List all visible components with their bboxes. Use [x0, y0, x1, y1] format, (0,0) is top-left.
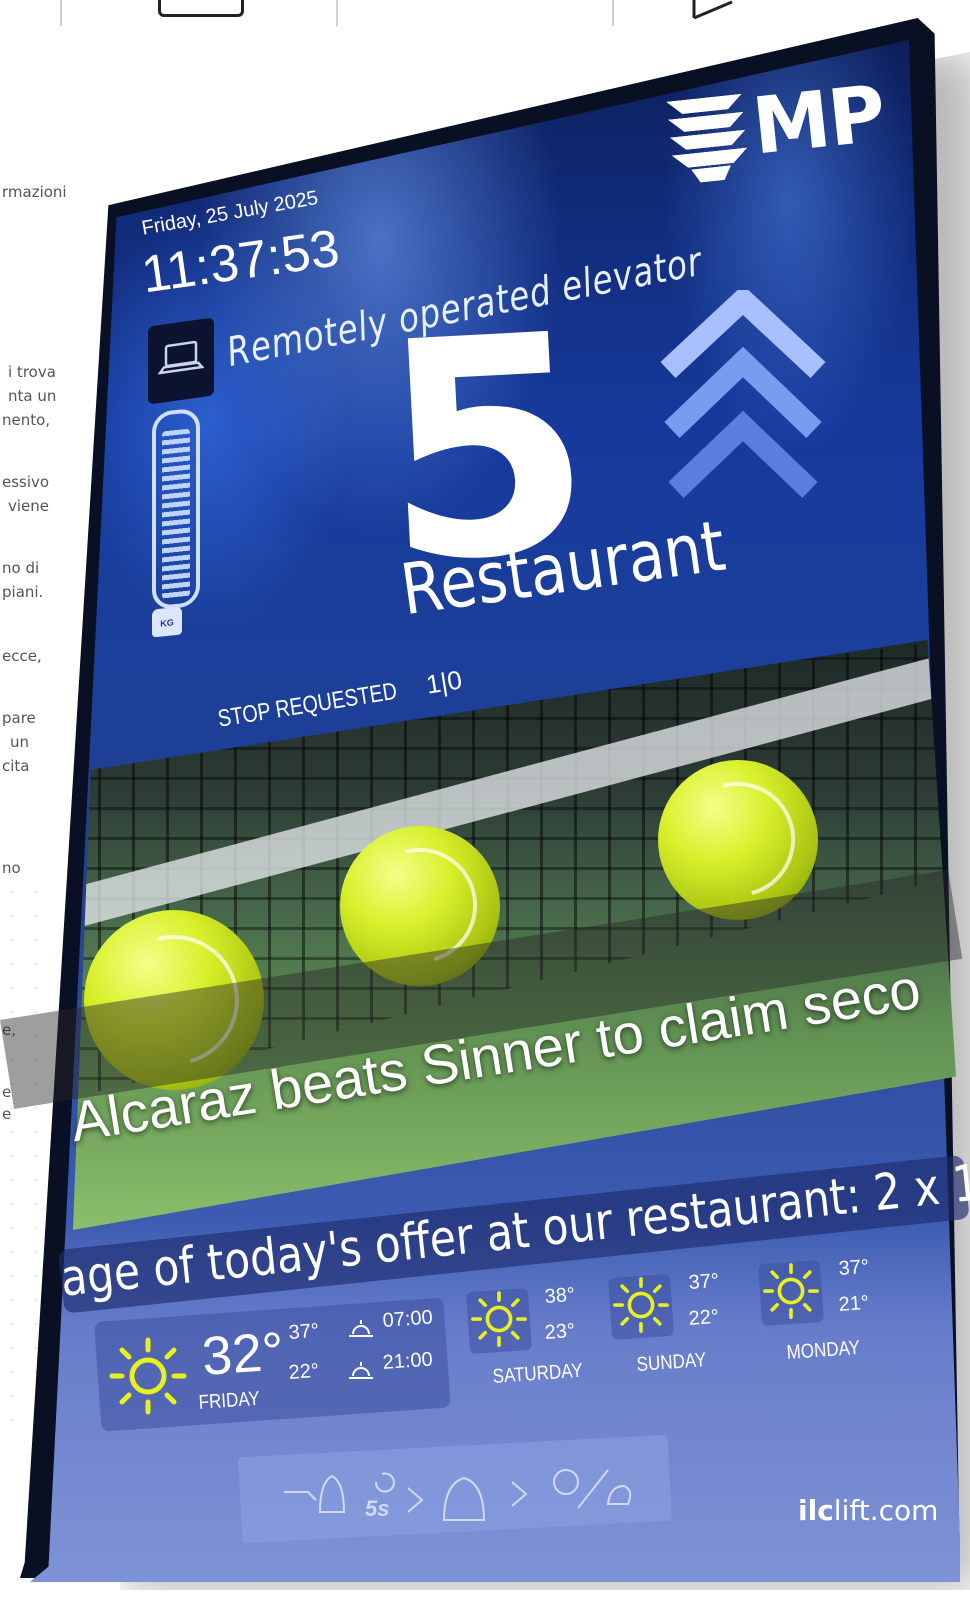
current-temperature: 32° [200, 1321, 286, 1387]
alarm-bell-icon [407, 1476, 528, 1521]
direction-up-arrows-icon [660, 290, 826, 498]
forecast-max-temp: 37° [838, 1255, 870, 1280]
article-fragment: un [10, 733, 30, 751]
article-fragment: pare [2, 709, 36, 727]
today-day-label: FRIDAY [198, 1387, 261, 1414]
remote-control-tile [148, 317, 214, 405]
logo-stack-icon [666, 94, 751, 189]
send-icon [692, 0, 733, 20]
today-min-temp: 22° [288, 1359, 320, 1384]
article-fragment: ecce, [2, 647, 42, 665]
timer-icon [374, 1472, 395, 1493]
today-max-temp: 37° [288, 1319, 320, 1344]
sun-icon [109, 1337, 187, 1415]
press-bell-icon [284, 1474, 346, 1513]
monitor-icon [158, 0, 244, 17]
dot-pattern [0, 880, 40, 1440]
article-fragment: piani. [2, 583, 44, 601]
sunset-icon [349, 1362, 373, 1379]
forecast-max-temp: 37° [688, 1269, 720, 1294]
sun-icon [471, 1291, 527, 1347]
article-fragment: rmazioni [2, 183, 67, 201]
sunrise-icon [349, 1320, 373, 1337]
operator-voice-icon [553, 1469, 632, 1509]
header-divider [612, 0, 614, 26]
article-fragment: i trova [8, 363, 56, 381]
article-fragment: nta un [8, 387, 57, 405]
stop-requested-count: 1|0 [424, 664, 464, 700]
weight-icon: KG [152, 606, 182, 638]
sunset-time: 21:00 [382, 1348, 434, 1374]
header-divider [336, 0, 338, 26]
forecast-min-temp: 21° [838, 1291, 870, 1316]
article-fragment: essivo [2, 473, 50, 491]
sun-icon [763, 1263, 819, 1319]
sun-icon [613, 1277, 669, 1333]
laptop-icon [158, 340, 204, 375]
article-fragment: no [2, 859, 21, 877]
load-fill [162, 428, 190, 600]
brand-rest: lift.com [833, 1494, 939, 1527]
brand-url[interactable]: ilclift.com [798, 1494, 938, 1527]
sunrise-time: 07:00 [382, 1306, 434, 1332]
article-fragment: no di [2, 559, 40, 577]
background-header [0, 0, 970, 28]
forecast-min-temp: 22° [688, 1305, 720, 1330]
logo-text: MP [748, 69, 888, 173]
forecast-max-temp: 38° [544, 1283, 576, 1308]
brand-bold: ilc [798, 1494, 834, 1527]
article-fragment: cita [2, 757, 30, 775]
forecast-min-temp: 23° [544, 1319, 576, 1344]
article-fragment: viene [8, 497, 50, 515]
forecast-day-label: SUNDAY [636, 1349, 707, 1376]
load-indicator [152, 407, 200, 611]
help-delay-label: 5s [365, 1496, 390, 1521]
article-fragment: nento, [2, 411, 51, 429]
